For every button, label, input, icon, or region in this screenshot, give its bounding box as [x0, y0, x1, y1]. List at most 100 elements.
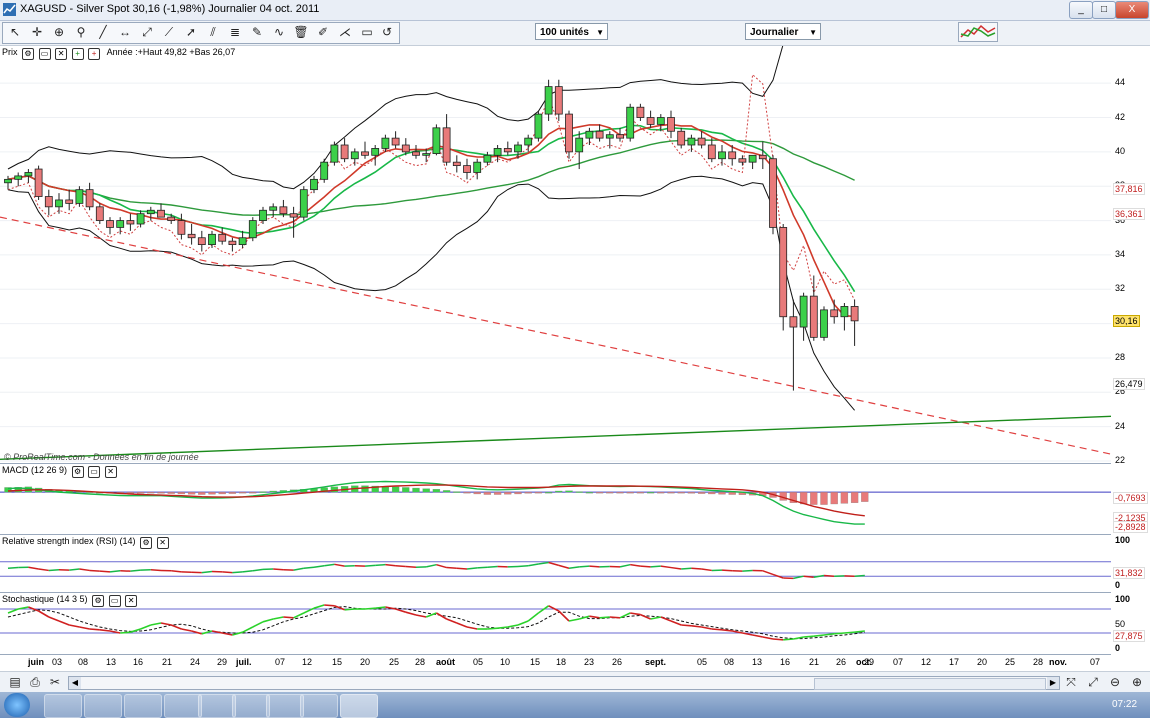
candle: [422, 153, 431, 156]
taskbar-prorealtime-icon[interactable]: [340, 694, 378, 718]
close-pane-icon[interactable]: ✕: [104, 466, 117, 478]
close-button[interactable]: X: [1115, 1, 1149, 19]
time-scrollbar[interactable]: ◀ ▶: [68, 676, 1060, 690]
close-pane-icon[interactable]: ✕: [55, 48, 68, 60]
zoom-in-icon[interactable]: ⊕: [1128, 673, 1146, 691]
candle: [401, 144, 410, 153]
stoch-tick-0: 0: [1115, 643, 1121, 653]
scroll-left-icon[interactable]: ◀: [69, 677, 81, 689]
rsi-segment: [456, 567, 468, 570]
fan-icon[interactable]: ⋌: [336, 23, 354, 41]
macd-histogram-bar: [565, 490, 573, 493]
horizontal-line-icon[interactable]: ↔: [116, 23, 134, 41]
stoch-k-segment: [375, 606, 386, 609]
stoch-k-segment: [313, 604, 325, 609]
minimize-button[interactable]: _: [1069, 1, 1093, 19]
wrench-icon[interactable]: ⚙: [92, 595, 105, 607]
taskbar-explorer-icon[interactable]: [44, 694, 82, 718]
crosshair-icon[interactable]: ✛: [28, 23, 46, 41]
zoom-out-icon[interactable]: ⊖: [1106, 673, 1124, 691]
zoom-icon[interactable]: ⚲: [72, 23, 90, 41]
drawing-toolbar: ↖ ✛ ⊕ ⚲ ╱ ↔ ⤢ ⟋ ➚ ⫽ ≣ ✎ ∿ 🗑 ✐ ⋌ ▭ ↺ 100 …: [0, 21, 1150, 46]
add-indicator-icon[interactable]: +: [71, 48, 84, 60]
maximize-button[interactable]: □: [1092, 1, 1116, 19]
layout-icon[interactable]: [958, 22, 998, 42]
price-chart[interactable]: [0, 46, 1111, 463]
remove-indicator-icon[interactable]: +: [88, 48, 101, 60]
pencil-icon[interactable]: ✐: [314, 23, 332, 41]
close-pane-icon[interactable]: ✕: [125, 595, 138, 607]
text-icon[interactable]: ✎: [248, 23, 266, 41]
wrench-icon[interactable]: ⚙: [140, 537, 153, 549]
taskbar-media-icon[interactable]: [164, 694, 202, 718]
taskbar-ie-icon[interactable]: [84, 694, 122, 718]
window-icon[interactable]: ▭: [88, 466, 101, 478]
cursor-icon[interactable]: ↖: [6, 23, 24, 41]
arrow-tool-icon[interactable]: ➚: [182, 23, 200, 41]
candle: [350, 151, 359, 160]
wrench-icon[interactable]: ⚙: [71, 466, 84, 478]
rectangle-icon[interactable]: ▭: [358, 23, 376, 41]
undo-icon[interactable]: ↺: [378, 23, 396, 41]
price-pane[interactable]: Prix ⚙ ▭ ✕ + + Année :+Haut 49,82 +Bas 2…: [0, 46, 1111, 464]
channel-icon[interactable]: ⫽: [204, 23, 222, 41]
taskbar-app2-icon[interactable]: [232, 694, 270, 718]
candle: [738, 158, 747, 163]
macd-histogram-bar: [504, 492, 512, 495]
macd-histogram-bar: [463, 492, 471, 494]
window-icon[interactable]: ▭: [108, 595, 121, 607]
time-tick-label: 26: [612, 657, 623, 667]
candle: [238, 237, 247, 246]
line-icon[interactable]: ╱: [94, 23, 112, 41]
taskbar-app3-icon[interactable]: [266, 694, 304, 718]
stochastic-chart[interactable]: [0, 593, 1111, 654]
stoch-k-segment: [364, 607, 376, 610]
trash-icon[interactable]: 🗑: [292, 23, 310, 41]
trend-tool-icon[interactable]: ⟋: [160, 23, 178, 41]
macd-histogram-bar: [198, 492, 206, 495]
fit-icon[interactable]: ⤧: [1062, 673, 1080, 691]
price-tick-label: 40: [1115, 145, 1126, 156]
rsi-segment: [99, 570, 111, 573]
fibonacci-icon[interactable]: ≣: [226, 23, 244, 41]
units-select[interactable]: 100 unités ▼: [535, 23, 608, 40]
rsi-segment: [242, 570, 253, 573]
price-tag-lower-band: 26,479: [1113, 378, 1145, 391]
long-moving-average: [7, 139, 855, 216]
stochastic-pane-header: Stochastique (14 3 5) ⚙ ▭ ✕: [2, 594, 138, 607]
wave-icon[interactable]: ∿: [270, 23, 288, 41]
title-bar: XAGUSD - Silver Spot 30,16 (-1,98%) Jour…: [0, 0, 1150, 21]
stochastic-pane[interactable]: Stochastique (14 3 5) ⚙ ▭ ✕: [0, 593, 1111, 655]
moving-average: [7, 124, 856, 293]
folder-icon[interactable]: ▤: [6, 673, 24, 691]
scissors-icon[interactable]: ✂: [46, 673, 64, 691]
window-icon[interactable]: ▭: [38, 48, 51, 60]
start-button[interactable]: [4, 693, 30, 717]
close-pane-icon[interactable]: ✕: [156, 537, 169, 549]
taskbar-vlc-icon[interactable]: [198, 694, 236, 718]
candle: [503, 148, 512, 153]
stoch-k-segment: [58, 620, 70, 626]
macd-histogram-bar: [575, 491, 583, 493]
stoch-k-segment: [170, 624, 182, 630]
stoch-k-segment: [48, 616, 60, 622]
macd-line-tag: -2,8928: [1113, 521, 1148, 533]
taskbar-app4-icon[interactable]: [300, 694, 338, 718]
print-icon[interactable]: ⎙: [26, 673, 44, 691]
macd-pane[interactable]: MACD (12 26 9) ⚙ ▭ ✕: [0, 464, 1111, 535]
segment-icon[interactable]: ⤢: [138, 23, 156, 41]
macd-chart[interactable]: [0, 464, 1111, 534]
crosshair-target-icon[interactable]: ⊕: [50, 23, 68, 41]
scrollbar-thumb[interactable]: [814, 678, 1046, 690]
price-tag-mid-ma: 36,361: [1113, 208, 1145, 221]
price-axis[interactable]: 22242628303234363840424437,81636,36130,1…: [1111, 46, 1150, 465]
taskbar-app-icon[interactable]: [124, 694, 162, 718]
wrench-icon[interactable]: ⚙: [22, 48, 35, 60]
rsi-segment: [69, 568, 80, 571]
time-axis[interactable]: juin 03 08 13 16 21 24 29 juil. 07 12 15 20 25 28 août 0…: [0, 655, 1111, 669]
stoch-k-segment: [619, 612, 631, 619]
scroll-right-icon[interactable]: ▶: [1047, 677, 1059, 689]
rsi-pane[interactable]: Relative strength index (RSI) (14) ⚙ ✕: [0, 535, 1111, 593]
period-select[interactable]: Journalier ▼: [745, 23, 821, 40]
expand-icon[interactable]: ⤢: [1084, 673, 1102, 691]
